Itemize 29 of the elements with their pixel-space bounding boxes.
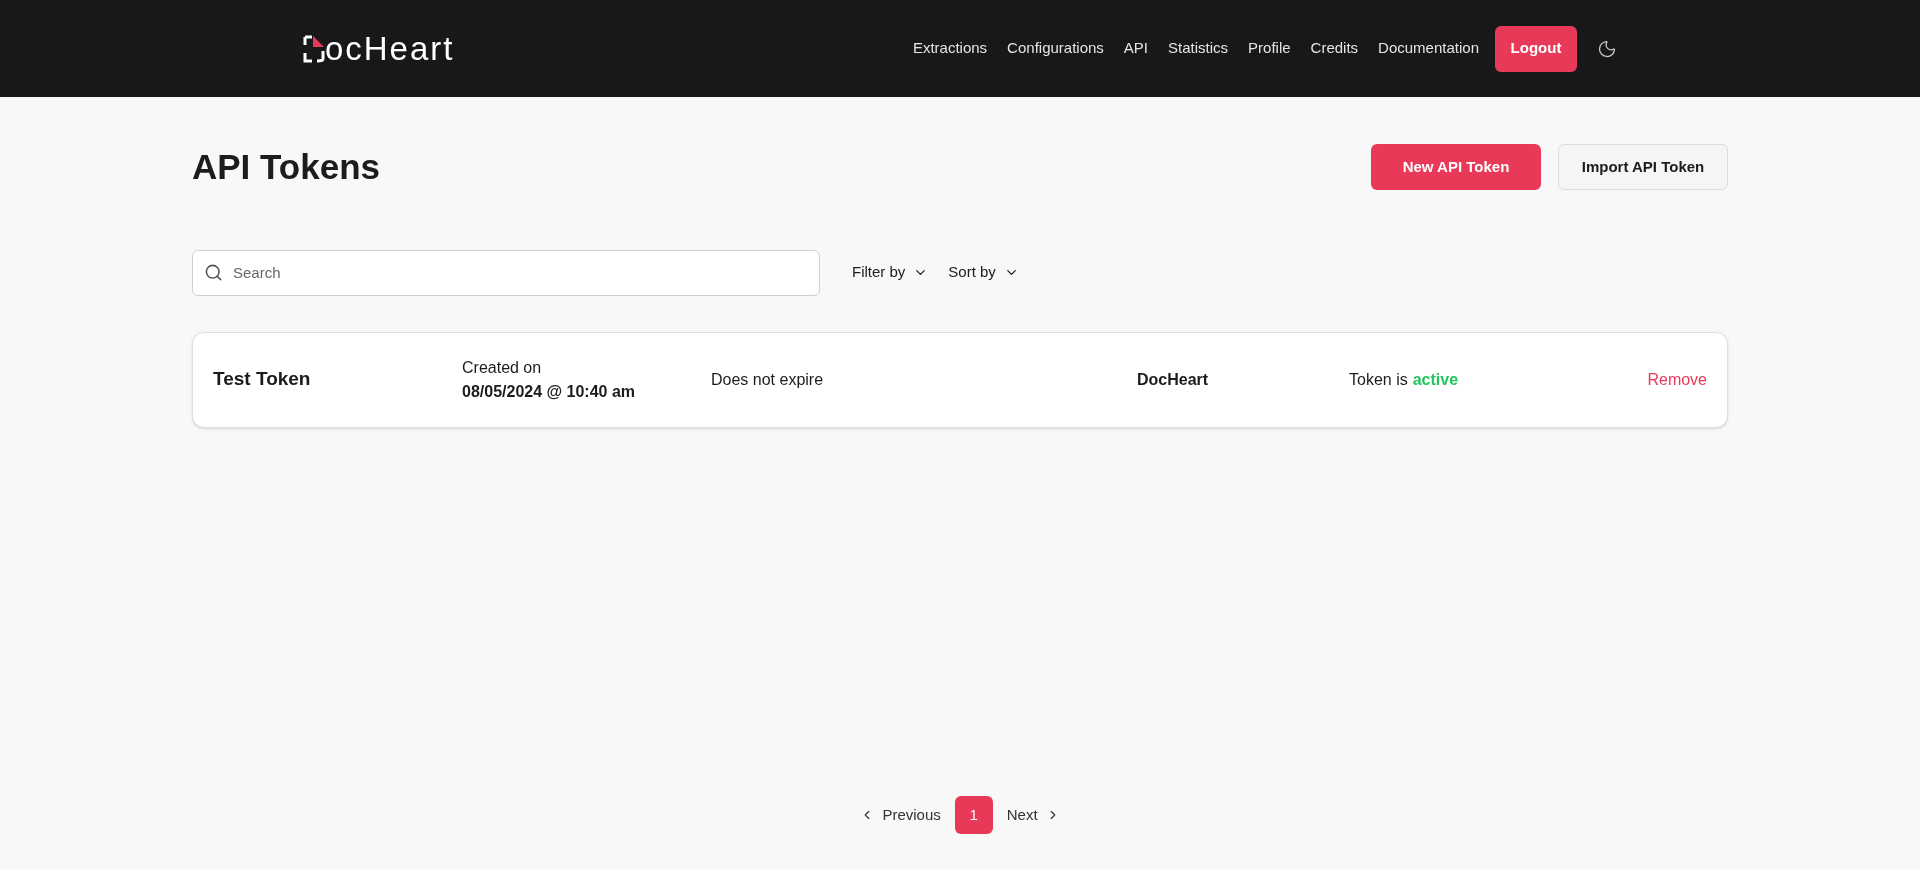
- created-label: Created on: [462, 357, 543, 378]
- logout-button[interactable]: Logout: [1495, 25, 1577, 72]
- remove-link[interactable]: Remove: [1647, 367, 1707, 392]
- status-value: active: [1412, 369, 1459, 390]
- previous-button[interactable]: Previous: [860, 803, 941, 827]
- page-title: API Tokens: [192, 146, 380, 188]
- logo-text: ocHeart: [325, 32, 455, 65]
- filter-dropdown[interactable]: Filter by: [852, 261, 929, 284]
- nav-link[interactable]: Credits: [1310, 37, 1359, 60]
- import-token-button[interactable]: Import API Token: [1558, 144, 1728, 191]
- logo-icon: [303, 34, 325, 63]
- nav-link[interactable]: Profile: [1248, 37, 1291, 60]
- search-field[interactable]: Search: [192, 249, 820, 296]
- sort-dropdown[interactable]: Sort by: [948, 261, 1019, 284]
- token-name: Test Token: [213, 367, 312, 392]
- dark-mode-icon[interactable]: [1597, 38, 1617, 59]
- nav-link[interactable]: API: [1123, 37, 1149, 60]
- nav-link[interactable]: Configurations: [1007, 37, 1104, 60]
- search-icon: [204, 262, 223, 282]
- new-token-button[interactable]: New API Token: [1371, 144, 1541, 191]
- page-button[interactable]: 1: [954, 796, 993, 834]
- nav-link[interactable]: Documentation: [1378, 37, 1479, 60]
- nav-link[interactable]: Statistics: [1168, 37, 1229, 60]
- nav-link[interactable]: Extractions: [912, 37, 988, 60]
- status-label: Token is: [1349, 369, 1408, 390]
- created-date: 08/05/2024 @ 10:40 am: [462, 381, 637, 402]
- expiry-text: Does not expire: [711, 369, 825, 390]
- owner-name: DocHeart: [1137, 369, 1210, 390]
- next-button[interactable]: Next: [1006, 803, 1060, 827]
